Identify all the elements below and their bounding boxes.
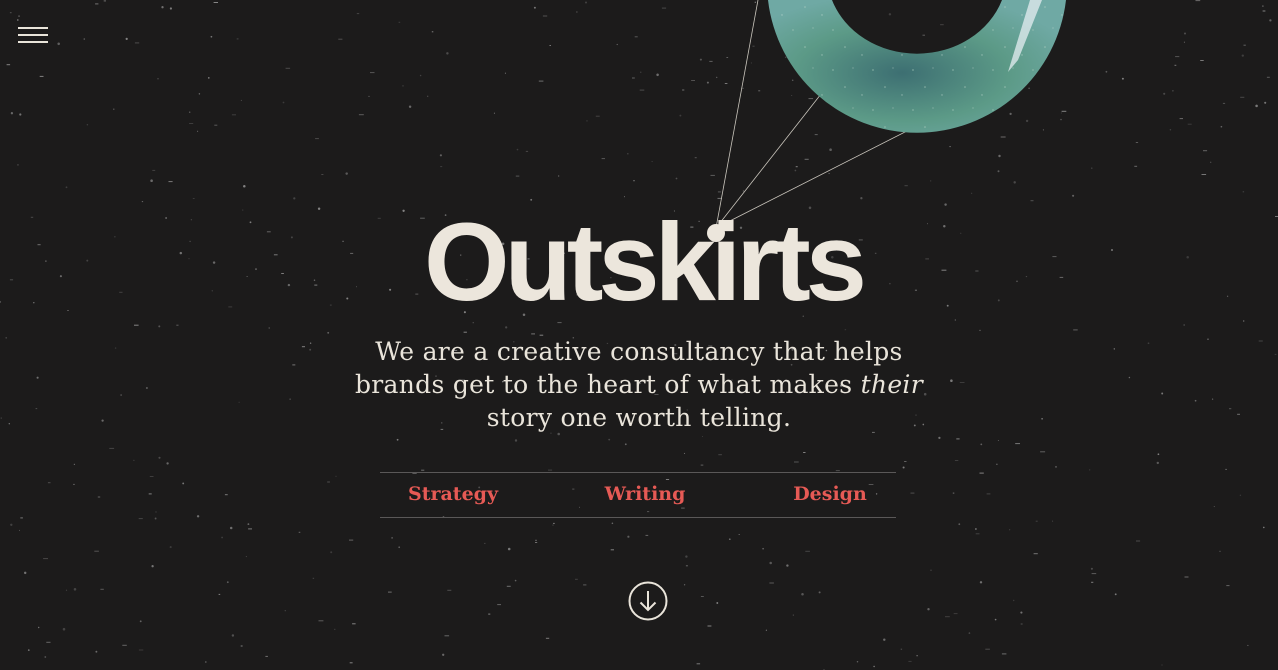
brand-title: Outskirts — [424, 201, 867, 324]
arrow-down-circle-icon — [628, 581, 668, 621]
service-link-writing[interactable]: Writing — [605, 483, 686, 505]
menu-icon-bar — [18, 41, 48, 43]
menu-button[interactable] — [16, 24, 50, 46]
tagline: We are a creative consultancy that helps… — [339, 335, 939, 434]
menu-icon-bar — [18, 34, 48, 36]
scroll-down-button[interactable] — [628, 581, 668, 621]
tagline-text-start: We are a creative consultancy that helps… — [355, 337, 903, 399]
tagline-text-end: story one worth telling. — [486, 403, 792, 432]
service-link-design[interactable]: Design — [793, 483, 867, 505]
service-link-strategy[interactable]: Strategy — [408, 483, 498, 505]
planet-ring — [768, 0, 1066, 133]
services-nav: Strategy Writing Design — [380, 472, 896, 518]
tagline-emphasis: their — [860, 370, 923, 399]
menu-icon-bar — [18, 27, 48, 29]
